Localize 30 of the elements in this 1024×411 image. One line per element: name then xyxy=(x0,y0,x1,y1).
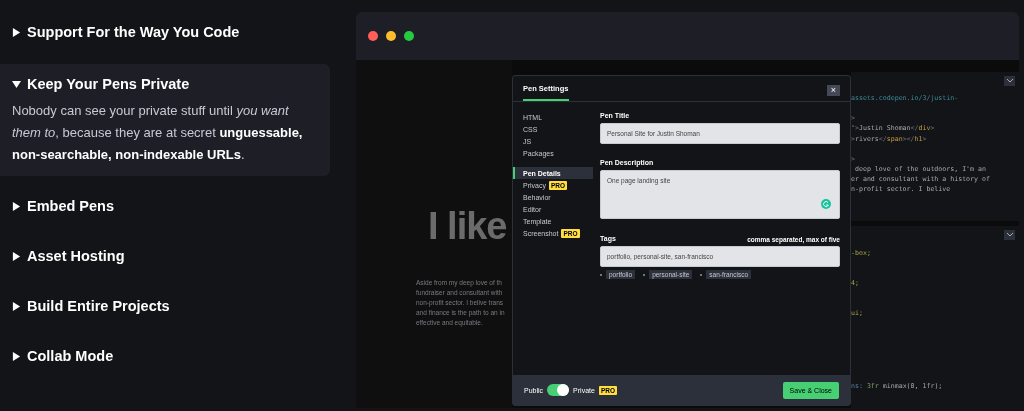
maximize-dot xyxy=(404,31,414,41)
close-dot xyxy=(368,31,378,41)
bullet-icon xyxy=(700,273,703,276)
feature-toggle[interactable]: Keep Your Pens Private xyxy=(12,74,318,94)
preview-heading: I like xyxy=(428,206,508,246)
feature-toggle[interactable]: Asset Hosting xyxy=(12,246,318,266)
feature-toggle[interactable]: Collab Mode xyxy=(12,346,318,366)
bullet-icon xyxy=(643,273,646,276)
caret-down-icon xyxy=(12,79,21,89)
privacy-toggle[interactable] xyxy=(547,384,570,396)
feature-description: Nobody can see your private stuff until you want them to, because they are at secret unguessable, non-searchable, non-indexable URLs. xyxy=(12,102,304,164)
feature-title: Embed Pens xyxy=(27,197,115,216)
caret-right-icon xyxy=(12,301,21,311)
chevron-down-icon[interactable] xyxy=(1004,76,1015,86)
close-button[interactable]: × xyxy=(827,84,840,96)
feature-toggle[interactable]: Embed Pens xyxy=(12,196,318,216)
feature-title: Asset Hosting xyxy=(27,247,125,266)
caret-right-icon xyxy=(12,251,21,261)
caret-right-icon xyxy=(12,201,21,211)
feature-toggle[interactable]: Build Entire Projects xyxy=(12,296,318,316)
feature-title: Collab Mode xyxy=(27,347,114,366)
feature-title: Support For the Way You Code xyxy=(27,23,240,42)
caret-right-icon xyxy=(12,351,21,361)
feature-title: Build Entire Projects xyxy=(27,297,170,316)
caret-right-icon xyxy=(12,27,21,37)
grammar-icon xyxy=(821,199,831,209)
minimize-dot xyxy=(386,31,396,41)
chevron-down-icon[interactable] xyxy=(1004,230,1015,240)
feature-title: Keep Your Pens Private xyxy=(27,75,190,94)
feature-toggle[interactable]: Support For the Way You Code xyxy=(12,22,318,42)
